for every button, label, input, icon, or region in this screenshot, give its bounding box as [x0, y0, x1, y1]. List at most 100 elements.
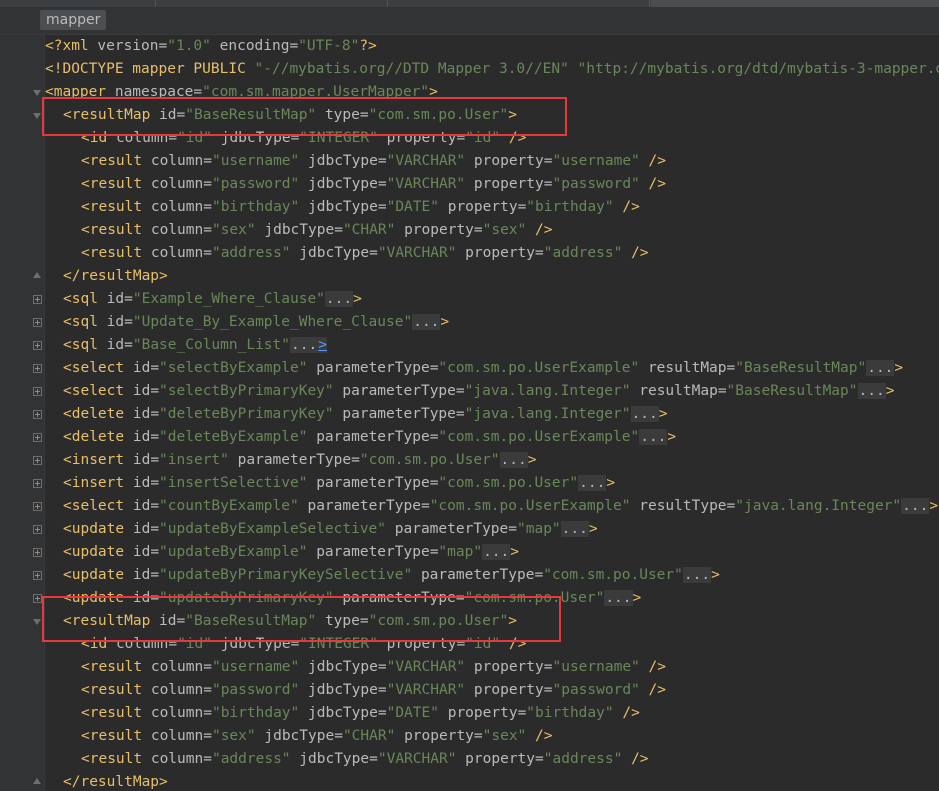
code-line[interactable]: <select id="selectByPrimaryKey" paramete…	[63, 380, 894, 403]
code-line[interactable]: <result column="sex" jdbcType="CHAR" pro…	[81, 725, 553, 748]
fold-expand-icon[interactable]	[33, 433, 42, 442]
xml-tag-end: />	[622, 199, 640, 215]
xml-tag: <result	[81, 659, 143, 675]
code-line[interactable]: <result column="password" jdbcType="VARC…	[81, 679, 666, 702]
fold-expand-icon[interactable]	[33, 295, 42, 304]
fold-expand-icon[interactable]	[33, 479, 42, 488]
fold-expand-icon[interactable]	[33, 341, 42, 350]
xml-tag: <!DOCTYPE	[45, 61, 124, 77]
xml-tag-end: >	[527, 452, 537, 468]
code-editor[interactable]: <?xml version="1.0" encoding="UTF-8"?> <!…	[44, 35, 939, 791]
code-line[interactable]: <delete id="deleteByPrimaryKey" paramete…	[63, 403, 667, 426]
attribute-value: "birthday"	[526, 705, 614, 721]
attribute-equals: =	[150, 567, 160, 583]
fold-expand-icon[interactable]	[33, 364, 42, 373]
attribute-equals: =	[124, 291, 133, 307]
attribute-name: property	[447, 705, 518, 721]
attribute-name: parameterType	[420, 567, 535, 583]
fold-end-icon[interactable]	[33, 778, 42, 787]
attribute-equals: =	[508, 521, 517, 537]
attribute-equals: =	[150, 406, 160, 422]
attribute-value: "username"	[211, 659, 300, 675]
code-line[interactable]: <result column="username" jdbcType="VARC…	[81, 150, 666, 173]
attribute-equals: =	[150, 429, 160, 445]
fold-expand-icon[interactable]	[33, 525, 42, 534]
code-line[interactable]: <select id="countByExample" parameterTyp…	[63, 495, 938, 518]
code-line[interactable]: <id column="id" jdbcType="INTEGER" prope…	[81, 633, 526, 656]
xml-tag: <insert	[63, 452, 125, 468]
folded-region: ...	[630, 406, 659, 422]
editor-tab-active[interactable]	[651, 0, 939, 7]
attribute-name: id	[132, 544, 151, 560]
code-line[interactable]: <result column="sex" jdbcType="CHAR" pro…	[81, 219, 553, 242]
code-line[interactable]: <id column="id" jdbcType="INTEGER" prope…	[81, 127, 526, 150]
string-literal: "-//mybatis.org//DTD Mapper 3.0//EN"	[254, 61, 569, 77]
fold-expand-icon[interactable]	[33, 410, 42, 419]
fold-expand-icon[interactable]	[33, 318, 42, 327]
folded-region: ...	[324, 291, 354, 307]
attribute-name: parameterType	[342, 383, 456, 399]
attribute-equals: =	[203, 659, 212, 675]
attribute-equals: =	[359, 107, 369, 123]
editor-tab[interactable]	[157, 0, 388, 7]
code-line[interactable]: <?xml version="1.0" encoding="UTF-8"?>	[45, 35, 377, 58]
code-line[interactable]: <update id="updateByExampleSelective" pa…	[63, 518, 598, 541]
code-line[interactable]: <update id="updateByPrimaryKey" paramete…	[63, 587, 641, 610]
fold-expand-icon[interactable]	[33, 594, 42, 603]
fold-expand-icon[interactable]	[33, 548, 42, 557]
fold-collapse-icon[interactable]	[33, 111, 42, 120]
code-line[interactable]: <select id="selectByExample" parameterTy…	[63, 357, 903, 380]
attribute-name: id	[132, 567, 151, 583]
xml-tag-end: />	[648, 659, 666, 675]
attribute-name: property	[473, 682, 544, 698]
xml-tag-end: />	[535, 222, 553, 238]
breadcrumb-item-mapper[interactable]: mapper	[40, 10, 107, 30]
code-line[interactable]: </resultMap>	[63, 265, 168, 288]
code-line[interactable]: <resultMap id="BaseResultMap" type="com.…	[63, 104, 517, 127]
fold-collapse-icon[interactable]	[33, 617, 42, 626]
code-line[interactable]: <result column="password" jdbcType="VARC…	[81, 173, 666, 196]
attribute-value: "java.lang.Integer"	[735, 498, 902, 514]
folded-region: ...	[901, 498, 930, 514]
code-line[interactable]: <resultMap id="BaseResultMap" type="com.…	[63, 610, 517, 633]
code-line[interactable]: <result column="birthday" jdbcType="DATE…	[81, 196, 640, 219]
attribute-value: "com.sm.po.UserExample"	[438, 429, 640, 445]
xml-tag-end: >	[508, 613, 518, 629]
fold-expand-icon[interactable]	[33, 502, 42, 511]
code-line[interactable]: </resultMap>	[63, 771, 168, 791]
code-line[interactable]: <result column="username" jdbcType="VARC…	[81, 656, 666, 679]
folded-region-link: >	[318, 337, 327, 353]
code-line[interactable]: <insert id="insert" parameterType="com.s…	[63, 449, 536, 472]
xml-tag-end: />	[508, 636, 527, 652]
code-line[interactable]: <sql id="Update_By_Example_Where_Clause"…	[63, 311, 449, 334]
xml-tag-end: >	[667, 429, 677, 445]
attribute-value: "password"	[552, 682, 640, 698]
fold-expand-icon[interactable]	[33, 571, 42, 580]
attribute-value: "java.lang.Integer"	[464, 383, 631, 399]
xml-tag: <update	[63, 544, 125, 560]
fold-expand-icon[interactable]	[33, 456, 42, 465]
code-line[interactable]: <delete id="deleteByExample" parameterTy…	[63, 426, 676, 449]
code-line[interactable]: <update id="updateByExample" parameterTy…	[63, 541, 519, 564]
code-line[interactable]: <result column="address" jdbcType="VARCH…	[81, 748, 649, 771]
xml-tag: <mapper	[45, 84, 107, 100]
fold-expand-icon[interactable]	[33, 387, 42, 396]
code-line[interactable]: <sql id="Base_Column_List"...>	[63, 334, 327, 357]
code-line[interactable]: <sql id="Example_Where_Clause"...>	[63, 288, 362, 311]
editor-tab[interactable]	[0, 0, 156, 7]
attribute-value: "username"	[211, 153, 300, 169]
code-line[interactable]: <update id="updateByPrimaryKeySelective"…	[63, 564, 720, 587]
code-line[interactable]: <!DOCTYPE mapper PUBLIC "-//mybatis.org/…	[45, 58, 939, 81]
code-line[interactable]: <insert id="insertSelective" parameterTy…	[63, 472, 615, 495]
fold-end-icon[interactable]	[33, 272, 42, 281]
attribute-name: column	[150, 176, 204, 192]
xml-tag: <id	[81, 636, 108, 652]
fold-collapse-icon[interactable]	[33, 88, 42, 97]
attribute-equals: =	[456, 130, 466, 146]
code-line[interactable]: <result column="birthday" jdbcType="DATE…	[81, 702, 640, 725]
code-line[interactable]: <mapper namespace="com.sm.mapper.UserMap…	[45, 81, 438, 104]
attribute-name: id	[106, 291, 125, 307]
code-line[interactable]: <result column="address" jdbcType="VARCH…	[81, 242, 649, 265]
attribute-name: id	[132, 521, 151, 537]
editor-tab[interactable]	[389, 0, 650, 7]
